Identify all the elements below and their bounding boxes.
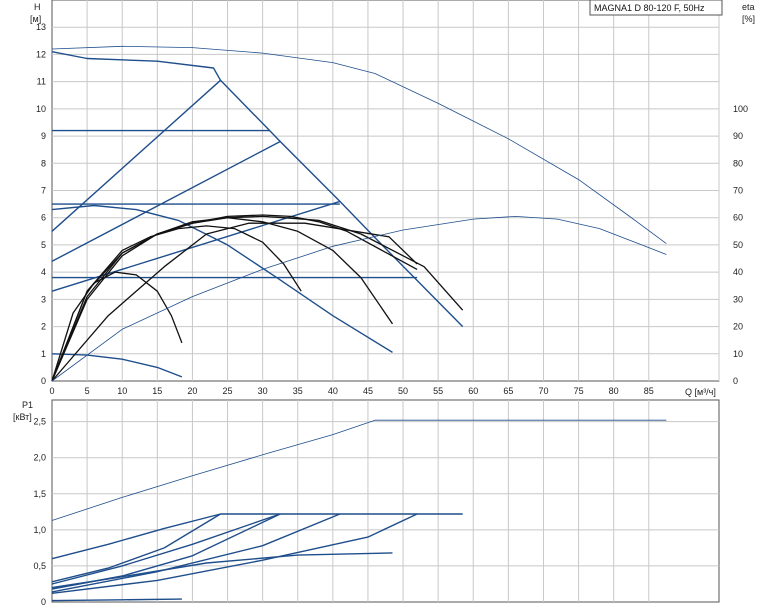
y-tick-label: 0,5 <box>33 561 46 571</box>
bottom-panel: 0 0,5 1,0 1,5 2,0 2,5 P1 [кВт] <box>13 399 720 607</box>
x-tick-label: 20 <box>187 386 197 396</box>
x-tick-label: 25 <box>223 386 233 396</box>
x-tick-label: 85 <box>644 386 654 396</box>
y-right-label: eta <box>742 2 755 12</box>
p1-unit: [кВт] <box>13 412 32 422</box>
y-left-tick-label: 1 <box>41 349 46 359</box>
pump-performance-chart: 0 5 10 15 20 25 30 35 40 45 50 55 60 65 70 75 80 85012345… <box>13 0 755 607</box>
x-tick-label: 0 <box>49 386 54 396</box>
y-left-tick-label: 4 <box>41 267 46 277</box>
y-left-tick-label: 6 <box>41 213 46 223</box>
y-right-tick-label: 40 <box>733 267 743 277</box>
y-tick-label: 1,5 <box>33 489 46 499</box>
y-left-tick-label: 5 <box>41 240 46 250</box>
x-tick-label: 15 <box>152 386 162 396</box>
y-right-unit: [%] <box>742 14 755 24</box>
y-right-tick-label: 20 <box>733 322 743 332</box>
y-left-tick-label: 8 <box>41 158 46 168</box>
legend-title: MAGNA1 D 80-120 F, 50Hz <box>594 3 705 13</box>
y-left-tick-label: 10 <box>36 104 46 114</box>
x-tick-label: 70 <box>538 386 548 396</box>
y-right-tick-label: 60 <box>733 213 743 223</box>
y-tick-label: 2,0 <box>33 453 46 463</box>
x-tick-label: 35 <box>293 386 303 396</box>
y-right-tick-label: 10 <box>733 349 743 359</box>
x-tick-label: 5 <box>85 386 90 396</box>
y-left-tick-label: 11 <box>37 77 46 87</box>
y-left-unit: [м] <box>30 14 41 24</box>
y-right-tick-label: 100 <box>733 104 748 114</box>
top-panel: 0 5 10 15 20 25 30 35 40 45 50 55 60 65 70 75 80 85012345… <box>30 0 755 397</box>
y-tick-label: 2,5 <box>33 417 46 427</box>
p1-label: P1 <box>22 400 33 410</box>
y-left-label: H <box>34 2 41 12</box>
y-left-tick-label: 12 <box>36 49 46 59</box>
x-tick-label: 65 <box>503 386 513 396</box>
x-tick-label: 75 <box>574 386 584 396</box>
x-tick-label: 40 <box>328 386 338 396</box>
x-axis-label: Q [м³/ч] <box>685 387 716 397</box>
x-tick-label: 50 <box>398 386 408 396</box>
y-left-tick-label: 7 <box>41 186 46 196</box>
y-left-tick-label: 0 <box>41 376 46 386</box>
x-tick-label: 30 <box>258 386 268 396</box>
y-tick-label: 0 <box>41 597 46 607</box>
y-right-tick-label: 70 <box>733 186 743 196</box>
y-right-tick-label: 50 <box>733 240 743 250</box>
x-tick-label: 55 <box>433 386 443 396</box>
y-left-tick-label: 2 <box>41 322 46 332</box>
y-left-tick-label: 9 <box>41 131 46 141</box>
legend-box: MAGNA1 D 80-120 F, 50Hz <box>589 0 723 16</box>
y-left-tick-label: 3 <box>41 294 46 304</box>
y-right-tick-label: 30 <box>733 294 743 304</box>
y-right-tick-label: 0 <box>733 376 738 386</box>
x-tick-label: 80 <box>609 386 619 396</box>
y-tick-label: 1,0 <box>33 525 46 535</box>
y-right-tick-label: 80 <box>733 158 743 168</box>
bottom-ticks: 0 0,5 1,0 1,5 2,0 2,5 <box>33 417 46 607</box>
x-tick-label: 60 <box>468 386 478 396</box>
x-tick-label: 45 <box>363 386 373 396</box>
y-right-tick-label: 90 <box>733 131 743 141</box>
x-tick-label: 10 <box>117 386 127 396</box>
